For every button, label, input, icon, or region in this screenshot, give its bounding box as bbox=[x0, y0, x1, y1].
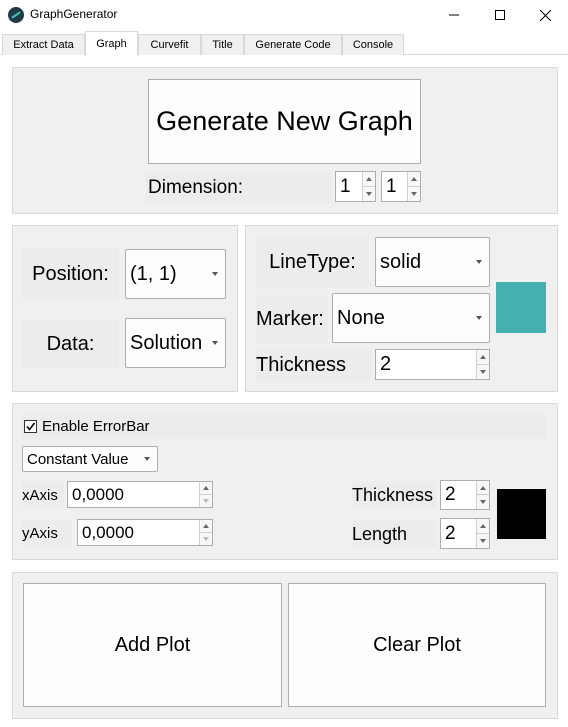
marker-combobox[interactable]: None bbox=[332, 293, 490, 343]
position-combobox[interactable]: (1, 1) bbox=[125, 249, 226, 299]
dimension-rows-value: 1 bbox=[340, 175, 351, 197]
errorbar-mode-value: Constant Value bbox=[27, 450, 129, 468]
xaxis-label: xAxis bbox=[22, 482, 64, 508]
tab-curvefit[interactable]: Curvefit bbox=[138, 34, 201, 55]
minimize-icon bbox=[449, 14, 459, 16]
spin-up-icon[interactable] bbox=[476, 519, 489, 534]
errorbar-thickness-spinbox[interactable]: 2 bbox=[440, 480, 490, 510]
line-thickness-spinbox[interactable]: 2 bbox=[375, 349, 490, 380]
minimize-button[interactable] bbox=[431, 0, 477, 30]
chevron-down-icon bbox=[476, 316, 482, 320]
line-thickness-label: Thickness bbox=[256, 350, 371, 381]
errorbar-length-label: Length bbox=[352, 521, 436, 547]
add-plot-button[interactable]: Add Plot bbox=[23, 583, 282, 707]
window-title: GraphGenerator bbox=[30, 7, 118, 21]
enable-errorbar-label: Enable ErrorBar bbox=[42, 417, 150, 435]
spin-down-icon[interactable] bbox=[476, 533, 489, 548]
dimension-label: Dimension: bbox=[146, 172, 331, 203]
spin-up-icon[interactable] bbox=[199, 482, 212, 495]
dimension-cols-value: 1 bbox=[386, 175, 397, 197]
enable-errorbar-row[interactable]: Enable ErrorBar bbox=[22, 414, 546, 438]
linetype-label: LineType: bbox=[256, 237, 369, 288]
line-color-swatch[interactable] bbox=[496, 282, 546, 333]
spin-up-icon[interactable] bbox=[476, 481, 489, 495]
spin-up-icon[interactable] bbox=[199, 520, 212, 533]
dimension-rows-spinbox[interactable]: 1 bbox=[335, 171, 376, 202]
errorbar-thickness-label: Thickness bbox=[352, 482, 436, 508]
spin-down-icon[interactable] bbox=[362, 186, 375, 201]
spin-down-icon[interactable] bbox=[199, 532, 212, 545]
tab-graph[interactable]: Graph bbox=[85, 31, 138, 56]
data-combobox[interactable]: Solution bbox=[125, 318, 226, 368]
spin-up-icon[interactable] bbox=[362, 172, 375, 187]
maximize-button[interactable] bbox=[477, 0, 523, 30]
tab-console[interactable]: Console bbox=[342, 34, 404, 55]
enable-errorbar-checkbox[interactable] bbox=[24, 419, 37, 433]
errorbar-thickness-value: 2 bbox=[445, 484, 456, 505]
app-logo-icon bbox=[8, 7, 24, 23]
data-value: Solution bbox=[130, 331, 203, 354]
data-label: Data: bbox=[22, 320, 119, 368]
spin-up-icon[interactable] bbox=[476, 350, 489, 365]
spin-down-icon[interactable] bbox=[407, 186, 420, 201]
yaxis-spinbox[interactable]: 0,0000 bbox=[77, 519, 213, 546]
tab-generate-code[interactable]: Generate Code bbox=[244, 34, 342, 55]
spin-up-icon[interactable] bbox=[407, 172, 420, 187]
errorbar-length-spinbox[interactable]: 2 bbox=[440, 518, 490, 549]
position-value: (1, 1) bbox=[130, 262, 177, 285]
tab-bar: Extract Data Graph Curvefit Title Genera… bbox=[0, 31, 568, 56]
tab-title[interactable]: Title bbox=[201, 34, 244, 55]
xaxis-spinbox[interactable]: 0,0000 bbox=[67, 481, 213, 508]
xaxis-value: 0,0000 bbox=[72, 484, 124, 504]
dimension-cols-spinbox[interactable]: 1 bbox=[381, 171, 421, 202]
spin-down-icon[interactable] bbox=[476, 495, 489, 509]
chevron-down-icon bbox=[212, 272, 218, 276]
linetype-combobox[interactable]: solid bbox=[375, 237, 490, 287]
line-thickness-value: 2 bbox=[380, 353, 392, 375]
position-label: Position: bbox=[22, 249, 119, 300]
yaxis-value: 0,0000 bbox=[82, 522, 134, 542]
spin-down-icon[interactable] bbox=[199, 494, 212, 507]
chevron-down-icon bbox=[144, 457, 150, 461]
chevron-down-icon bbox=[212, 341, 218, 345]
title-bar: GraphGenerator bbox=[0, 0, 568, 31]
marker-value: None bbox=[337, 306, 385, 329]
generate-new-graph-button[interactable]: Generate New Graph bbox=[148, 79, 421, 164]
tab-extract-data[interactable]: Extract Data bbox=[2, 34, 85, 55]
linetype-value: solid bbox=[380, 250, 422, 273]
close-icon bbox=[539, 9, 551, 21]
errorbar-color-swatch[interactable] bbox=[497, 489, 546, 539]
yaxis-label: yAxis bbox=[22, 520, 72, 546]
close-button[interactable] bbox=[522, 0, 568, 30]
maximize-icon bbox=[495, 10, 505, 20]
clear-plot-button[interactable]: Clear Plot bbox=[288, 583, 546, 707]
marker-label: Marker: bbox=[256, 295, 328, 343]
errorbar-length-value: 2 bbox=[445, 522, 456, 544]
errorbar-mode-combobox[interactable]: Constant Value bbox=[22, 446, 158, 472]
checkmark-icon bbox=[26, 422, 36, 431]
chevron-down-icon bbox=[476, 260, 482, 264]
spin-down-icon[interactable] bbox=[476, 364, 489, 379]
